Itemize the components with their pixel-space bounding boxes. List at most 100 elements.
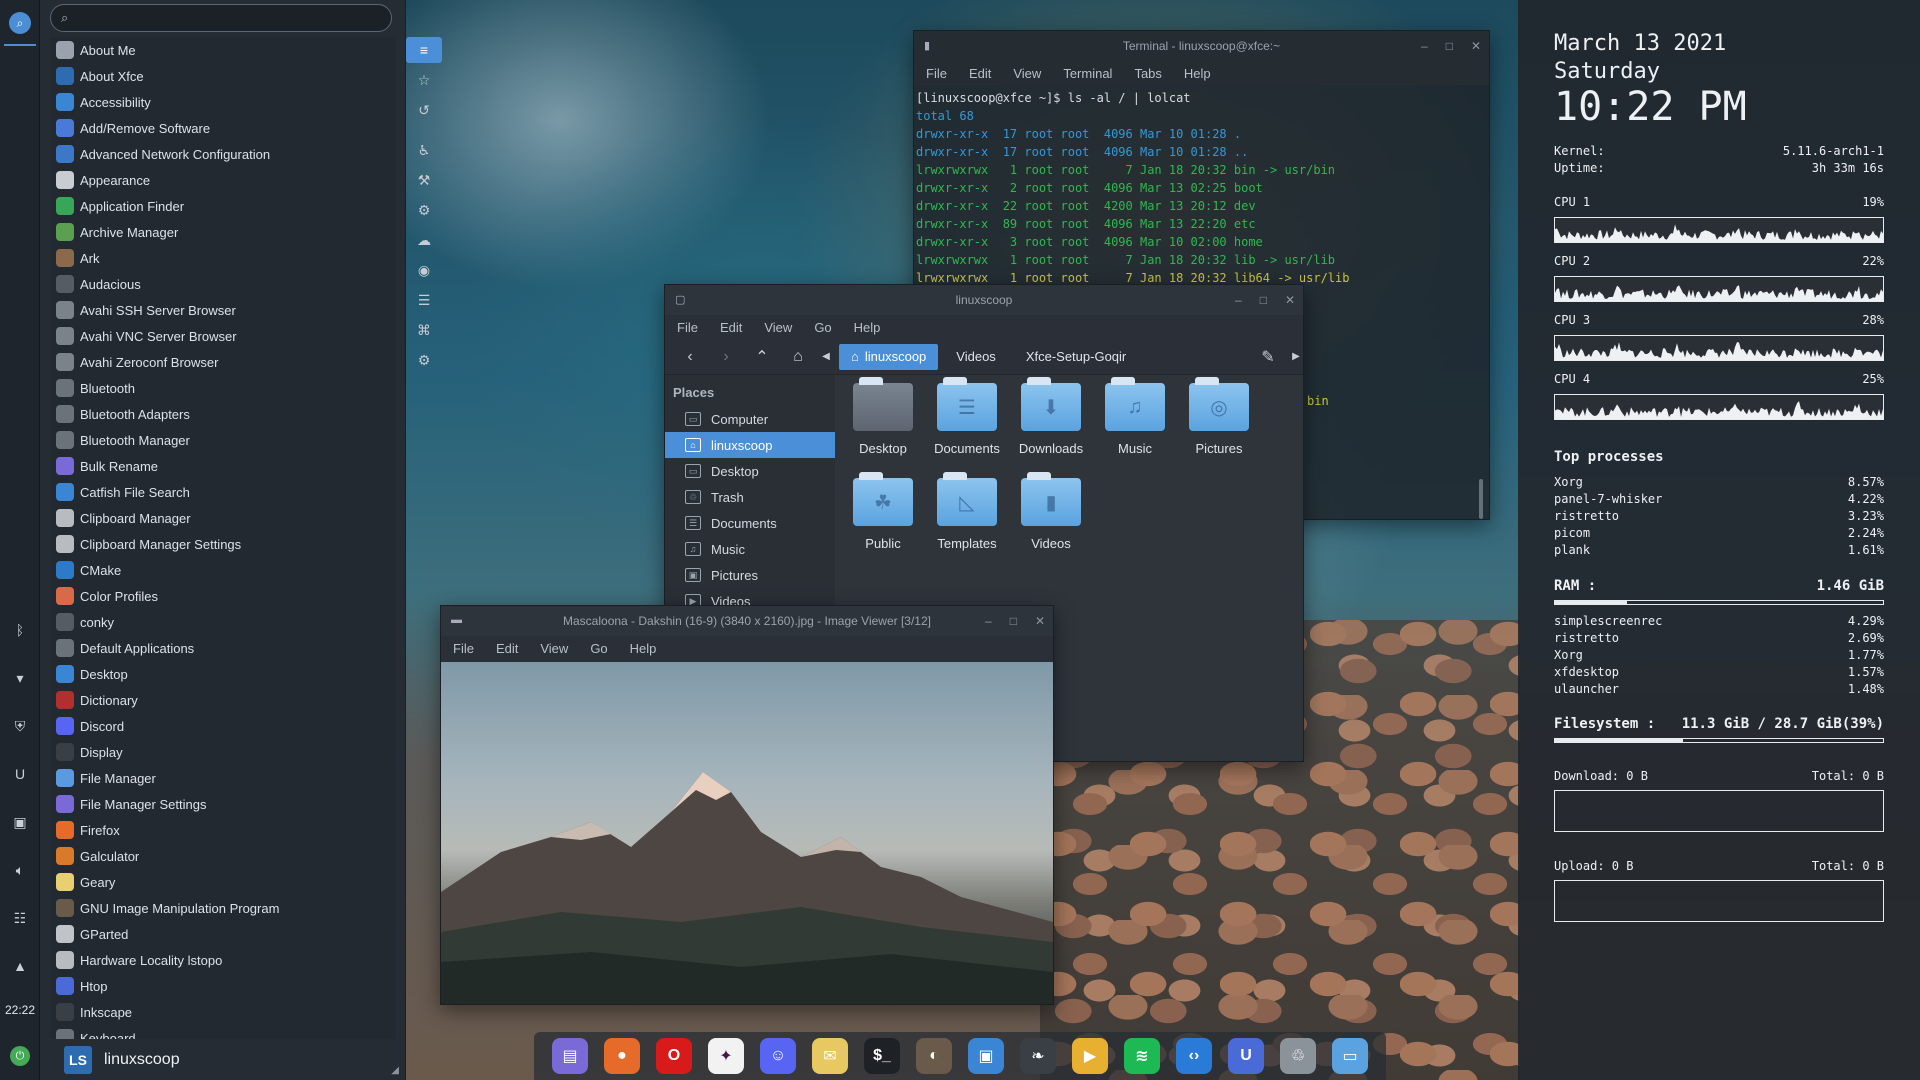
folder-music[interactable]: ♫ Music: [1093, 377, 1177, 456]
app-item[interactable]: Geary: [50, 869, 396, 895]
close-icon[interactable]: ✕: [1471, 39, 1481, 53]
place-computer[interactable]: ▭ Computer: [665, 406, 835, 432]
spotify-icon[interactable]: ≋: [1124, 1038, 1160, 1074]
gimp-icon[interactable]: ◐: [916, 1038, 952, 1074]
multimedia-category-icon[interactable]: ◉: [406, 257, 442, 283]
app-item[interactable]: Avahi Zeroconf Browser: [50, 349, 396, 375]
menu-help[interactable]: Help: [1184, 66, 1211, 81]
terminal-scrollbar[interactable]: [1479, 479, 1483, 519]
settings-category-icon[interactable]: ⌘: [406, 317, 442, 343]
panel-clock[interactable]: 22:22: [0, 1003, 40, 1017]
app-item[interactable]: Bluetooth Manager: [50, 427, 396, 453]
menu-help[interactable]: Help: [854, 320, 881, 335]
app-item[interactable]: About Xfce: [50, 63, 396, 89]
app-item[interactable]: Application Finder: [50, 193, 396, 219]
menu-edit[interactable]: Edit: [496, 641, 518, 656]
app-item[interactable]: Color Profiles: [50, 583, 396, 609]
minimize-icon[interactable]: –: [1235, 293, 1242, 307]
app-item[interactable]: Clipboard Manager Settings: [50, 531, 396, 557]
app-item[interactable]: conky: [50, 609, 396, 635]
terminal-output[interactable]: [linuxscoop@xfce ~]$ ls -al / | lolcat t…: [914, 85, 1489, 291]
app-item[interactable]: File Manager: [50, 765, 396, 791]
avatar[interactable]: LS: [64, 1046, 92, 1074]
discord-icon[interactable]: ☺: [760, 1038, 796, 1074]
place-home[interactable]: ⌂ linuxscoop: [665, 432, 835, 458]
app-item[interactable]: GNU Image Manipulation Program: [50, 895, 396, 921]
volume-icon[interactable]: 🔈︎: [10, 860, 30, 880]
place-trash[interactable]: ♲ Trash: [665, 484, 835, 510]
menu-edit[interactable]: Edit: [720, 320, 742, 335]
app-item[interactable]: Hardware Locality lstopo: [50, 947, 396, 973]
app-item[interactable]: Bluetooth: [50, 375, 396, 401]
system-category-icon[interactable]: ⚙: [406, 347, 442, 373]
maximize-icon[interactable]: □: [1010, 614, 1017, 628]
maximize-icon[interactable]: □: [1446, 39, 1453, 53]
folder-videos[interactable]: ▮ Videos: [1009, 472, 1093, 551]
menu-view[interactable]: View: [764, 320, 792, 335]
ulauncher-icon[interactable]: U: [1228, 1038, 1264, 1074]
shield-icon[interactable]: ⛨: [10, 716, 30, 736]
terminal-icon[interactable]: $_: [864, 1038, 900, 1074]
app-item[interactable]: About Me: [50, 37, 396, 63]
wifi-icon[interactable]: ▾: [10, 668, 30, 688]
maximize-icon[interactable]: □: [1260, 293, 1267, 307]
edit-location-icon[interactable]: ✎: [1253, 344, 1283, 370]
menu-file[interactable]: File: [453, 641, 474, 656]
firefox-icon[interactable]: ●: [604, 1038, 640, 1074]
app-item[interactable]: Audacious: [50, 271, 396, 297]
image-canvas[interactable]: [441, 662, 1053, 1004]
vscode-icon[interactable]: ‹›: [1176, 1038, 1212, 1074]
menu-go[interactable]: Go: [590, 641, 607, 656]
menu-search-input[interactable]: ⌕: [50, 4, 392, 32]
app-item[interactable]: CMake: [50, 557, 396, 583]
menu-go[interactable]: Go: [814, 320, 831, 335]
image-viewer-icon[interactable]: ▣: [968, 1038, 1004, 1074]
app-item[interactable]: Dictionary: [50, 687, 396, 713]
folder-downloads[interactable]: ⬇ Downloads: [1009, 377, 1093, 456]
app-item[interactable]: Keyboard: [50, 1025, 396, 1039]
minimize-icon[interactable]: –: [1421, 39, 1428, 53]
place-pictures[interactable]: ▣ Pictures: [665, 562, 835, 588]
breadcrumb-xfce-setup[interactable]: Xfce-Setup-Goqir: [1014, 344, 1138, 370]
development-category-icon[interactable]: ⚙: [406, 197, 442, 223]
app-item[interactable]: Galculator: [50, 843, 396, 869]
app-item[interactable]: Advanced Network Configuration: [50, 141, 396, 167]
media-player-icon[interactable]: ▶: [1072, 1038, 1108, 1074]
folder-documents[interactable]: ☰ Documents: [925, 377, 1009, 456]
folder-public[interactable]: ☘ Public: [841, 472, 925, 551]
place-documents[interactable]: ☰ Documents: [665, 510, 835, 536]
menu-edit[interactable]: Edit: [969, 66, 991, 81]
menu-help[interactable]: Help: [630, 641, 657, 656]
app-item[interactable]: Default Applications: [50, 635, 396, 661]
app-item[interactable]: Appearance: [50, 167, 396, 193]
accessibility-category-icon[interactable]: ♿: [406, 137, 442, 163]
breadcrumb-home[interactable]: ⌂ linuxscoop: [839, 343, 939, 370]
all-apps-icon[interactable]: ≡: [406, 37, 442, 63]
place-desktop[interactable]: ▭ Desktop: [665, 458, 835, 484]
recent-icon[interactable]: ↺: [406, 97, 442, 123]
app-item[interactable]: File Manager Settings: [50, 791, 396, 817]
app-item[interactable]: Bulk Rename: [50, 453, 396, 479]
up-icon[interactable]: ⌃: [747, 344, 777, 370]
app-item[interactable]: Archive Manager: [50, 219, 396, 245]
app-item[interactable]: Bluetooth Adapters: [50, 401, 396, 427]
app-item[interactable]: Catfish File Search: [50, 479, 396, 505]
image-viewer-titlebar[interactable]: ▬ Mascaloona - Dakshin (16-9) (3840 x 21…: [441, 606, 1053, 636]
menu-file[interactable]: File: [926, 66, 947, 81]
screen-recorder-icon[interactable]: ▣: [10, 812, 30, 832]
notes-icon[interactable]: ✉: [812, 1038, 848, 1074]
resize-grip-icon[interactable]: ◢: [391, 1065, 399, 1076]
crumb-right-icon[interactable]: ▶: [1289, 344, 1303, 370]
slack-icon[interactable]: ✦: [708, 1038, 744, 1074]
app-item[interactable]: Display: [50, 739, 396, 765]
power-icon[interactable]: ⏻: [10, 1046, 30, 1066]
internet-category-icon[interactable]: ☁: [406, 227, 442, 253]
menu-file[interactable]: File: [677, 320, 698, 335]
close-icon[interactable]: ✕: [1035, 614, 1045, 628]
menu-tabs[interactable]: Tabs: [1134, 66, 1161, 81]
inkscape-icon[interactable]: ❧: [1020, 1038, 1056, 1074]
minimize-icon[interactable]: –: [985, 614, 992, 628]
folder-pictures[interactable]: ◎ Pictures: [1177, 377, 1261, 456]
bluetooth-icon[interactable]: ᛒ: [10, 620, 30, 640]
folder-desktop[interactable]: Desktop: [841, 377, 925, 456]
